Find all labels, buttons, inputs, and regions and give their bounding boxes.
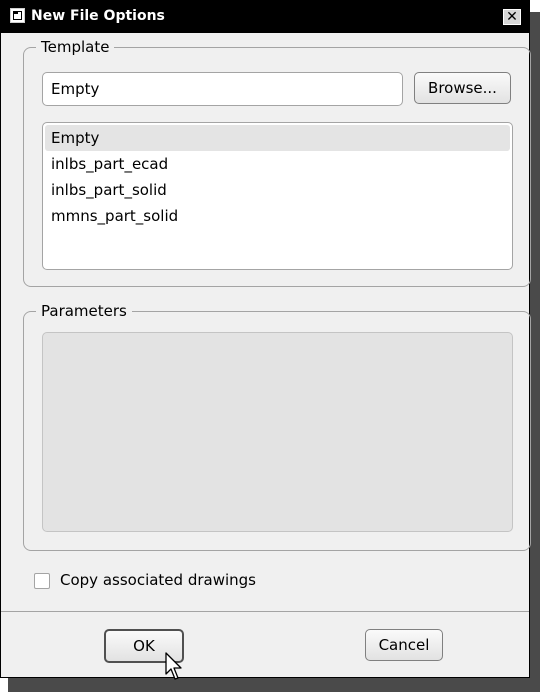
footer-divider [1, 611, 529, 612]
dialog-title: New File Options [31, 8, 165, 24]
title-bar[interactable]: New File Options ✕ [1, 1, 529, 33]
parameters-legend: Parameters [36, 301, 132, 321]
list-item[interactable]: inlbs_part_ecad [45, 151, 510, 177]
mouse-pointer-icon [165, 652, 182, 680]
list-item[interactable]: Empty [45, 125, 510, 151]
cancel-button[interactable]: Cancel [365, 629, 443, 661]
parameters-area[interactable] [42, 332, 513, 532]
copy-drawings-label[interactable]: Copy associated drawings [60, 571, 256, 589]
template-legend: Template [36, 37, 115, 57]
browse-button[interactable]: Browse... [414, 72, 511, 104]
list-item[interactable]: inlbs_part_solid [45, 177, 510, 203]
copy-drawings-checkbox[interactable] [34, 573, 50, 589]
close-icon: ✕ [506, 9, 518, 25]
close-button[interactable]: ✕ [503, 9, 521, 25]
window-icon[interactable] [10, 8, 25, 23]
list-item[interactable]: mmns_part_solid [45, 203, 510, 229]
new-file-options-dialog: New File Options ✕ Template Empty Browse… [0, 0, 531, 678]
template-list[interactable]: Empty inlbs_part_ecad inlbs_part_solid m… [42, 122, 513, 270]
template-input[interactable]: Empty [42, 72, 403, 106]
